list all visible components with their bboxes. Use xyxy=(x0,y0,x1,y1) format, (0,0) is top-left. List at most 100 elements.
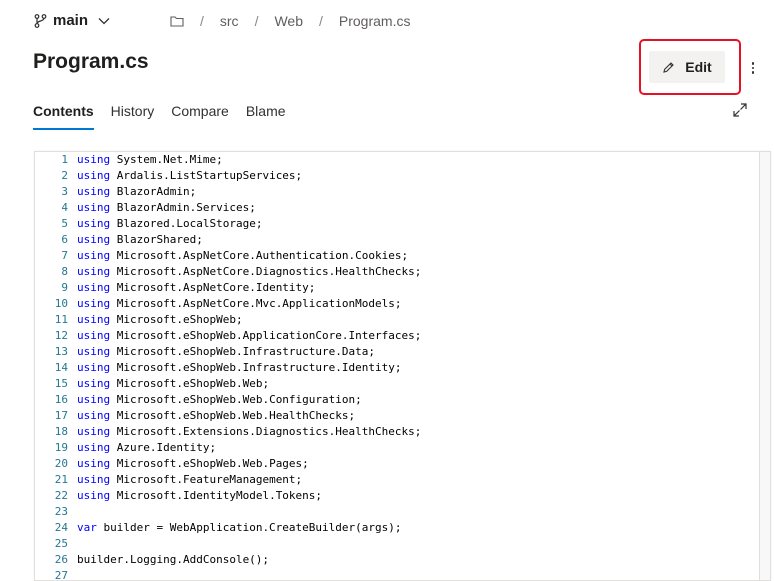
code-text: Blazored.LocalStorage; xyxy=(110,217,263,230)
code-keyword: var xyxy=(77,521,97,534)
line-number: 1 xyxy=(61,153,68,166)
code-keyword: using xyxy=(77,377,111,390)
code-line: 10 using Microsoft.AspNetCore.Mvc.Applica… xyxy=(35,296,402,312)
tab-contents[interactable]: Contents xyxy=(33,103,94,130)
breadcrumb-separator: / xyxy=(319,13,323,29)
code-keyword: using xyxy=(77,361,111,374)
code-keyword: using xyxy=(77,297,111,310)
line-number: 9 xyxy=(61,281,68,294)
folder-icon[interactable] xyxy=(170,15,184,27)
code-keyword: using xyxy=(77,489,111,502)
code-line: 20 using Microsoft.eShopWeb.Web.Pages; xyxy=(35,456,309,472)
code-text: BlazorAdmin; xyxy=(110,185,197,198)
code-text: Microsoft.eShopWeb; xyxy=(110,313,243,326)
code-keyword: using xyxy=(77,265,111,278)
line-number: 4 xyxy=(61,201,68,214)
code-keyword: using xyxy=(77,201,111,214)
code-text: builder.Logging.AddConsole(); xyxy=(77,553,270,566)
code-line: 15 using Microsoft.eShopWeb.Web; xyxy=(35,376,269,392)
breadcrumb-web[interactable]: Web xyxy=(274,13,303,29)
tab-compare[interactable]: Compare xyxy=(171,103,229,129)
line-number: 14 xyxy=(54,361,68,374)
line-number: 11 xyxy=(54,313,68,326)
vertical-scrollbar[interactable] xyxy=(759,152,770,580)
line-number: 16 xyxy=(54,393,68,406)
breadcrumb: / src / Web / Program.cs xyxy=(170,13,410,29)
code-line: 27 xyxy=(35,568,77,581)
code-viewer[interactable]: 1 using System.Net.Mime; 2 using Ardalis.Li… xyxy=(34,151,771,581)
code-text: Microsoft.AspNetCore.Mvc.ApplicationMode… xyxy=(110,297,402,310)
code-line: 1 using System.Net.Mime; xyxy=(35,152,223,168)
line-number: 24 xyxy=(54,521,68,534)
breadcrumb-separator: / xyxy=(254,13,259,29)
code-keyword: using xyxy=(77,329,111,342)
code-line: 11 using Microsoft.eShopWeb; xyxy=(35,312,243,328)
code-keyword: using xyxy=(77,249,111,262)
edit-button[interactable]: Edit xyxy=(649,51,725,83)
code-text: Microsoft.eShopWeb.Infrastructure.Identi… xyxy=(110,361,402,374)
code-line: 13 using Microsoft.eShopWeb.Infrastructur… xyxy=(35,344,375,360)
code-line: 16 using Microsoft.eShopWeb.Web.Configura… xyxy=(35,392,362,408)
branch-icon xyxy=(34,13,47,28)
line-number: 27 xyxy=(54,569,68,581)
breadcrumb-file[interactable]: Program.cs xyxy=(339,13,411,29)
line-number: 22 xyxy=(54,489,68,502)
tab-blame[interactable]: Blame xyxy=(246,103,286,129)
code-keyword: using xyxy=(77,153,111,166)
line-number: 3 xyxy=(61,185,68,198)
code-line: 18 using Microsoft.Extensions.Diagnostics… xyxy=(35,424,422,440)
line-number: 15 xyxy=(54,377,68,390)
code-line: 26 builder.Logging.AddConsole(); xyxy=(35,552,269,568)
branch-name: main xyxy=(53,12,89,29)
code-text: Microsoft.eShopWeb.Web.Configuration; xyxy=(110,393,362,406)
line-number: 25 xyxy=(54,537,68,550)
code-line: 23 xyxy=(35,504,77,520)
code-line: 6 using BlazorShared; xyxy=(35,232,202,248)
code-text: Microsoft.Extensions.Diagnostics.HealthC… xyxy=(110,425,422,438)
edit-button-label: Edit xyxy=(685,59,712,75)
code-text: Microsoft.eShopWeb.ApplicationCore.Inter… xyxy=(110,329,422,342)
line-number: 23 xyxy=(54,505,68,518)
line-number: 21 xyxy=(54,473,68,486)
code-keyword: using xyxy=(77,425,111,438)
code-keyword: using xyxy=(77,185,111,198)
branch-selector[interactable]: main xyxy=(34,12,110,29)
code-keyword: using xyxy=(77,233,111,246)
code-line: 2 using Ardalis.ListStartupServices; xyxy=(35,168,302,184)
code-line: 8 using Microsoft.AspNetCore.Diagnostics.… xyxy=(35,264,421,280)
top-bar: main / src / Web / Program.cs xyxy=(0,0,774,44)
line-number: 2 xyxy=(61,169,68,182)
tab-history[interactable]: History xyxy=(111,103,155,129)
line-number: 12 xyxy=(54,329,68,342)
code-line: 22 using Microsoft.IdentityModel.Tokens; xyxy=(35,488,322,504)
code-line: 17 using Microsoft.eShopWeb.Web.HealthChe… xyxy=(35,408,355,424)
code-line: 25 xyxy=(35,536,77,552)
code-text: Microsoft.eShopWeb.Infrastructure.Data; xyxy=(110,345,376,358)
more-actions-icon[interactable] xyxy=(746,58,760,78)
line-number: 19 xyxy=(54,441,68,454)
code-line: 21 using Microsoft.FeatureManagement; xyxy=(35,472,302,488)
code-line: 9 using Microsoft.AspNetCore.Identity; xyxy=(35,280,315,296)
code-keyword: using xyxy=(77,345,111,358)
code-line: 7 using Microsoft.AspNetCore.Authenticati… xyxy=(35,248,408,264)
code-text: Ardalis.ListStartupServices; xyxy=(110,169,303,182)
code-line: 4 using BlazorAdmin.Services; xyxy=(35,200,255,216)
code-line: 3 using BlazorAdmin; xyxy=(35,184,196,200)
code-text: Microsoft.eShopWeb.Web.HealthChecks; xyxy=(110,409,356,422)
code-text: Microsoft.AspNetCore.Authentication.Cook… xyxy=(110,249,409,262)
code-text: Microsoft.eShopWeb.Web; xyxy=(110,377,270,390)
code-text: Microsoft.IdentityModel.Tokens; xyxy=(110,489,323,502)
code-text: Microsoft.FeatureManagement; xyxy=(110,473,303,486)
line-number: 6 xyxy=(61,233,68,246)
code-keyword: using xyxy=(77,409,111,422)
code-keyword: using xyxy=(77,313,111,326)
expand-icon[interactable] xyxy=(733,103,747,117)
breadcrumb-src[interactable]: src xyxy=(220,13,239,29)
code-text: Microsoft.eShopWeb.Web.Pages; xyxy=(110,457,309,470)
pencil-icon xyxy=(663,61,675,73)
code-line: 5 using Blazored.LocalStorage; xyxy=(35,216,262,232)
code-text: System.Net.Mime; xyxy=(110,153,223,166)
line-number: 5 xyxy=(61,217,68,230)
code-line: 24 var builder = WebApplication.CreateBui… xyxy=(35,520,402,536)
line-number: 8 xyxy=(61,265,68,278)
